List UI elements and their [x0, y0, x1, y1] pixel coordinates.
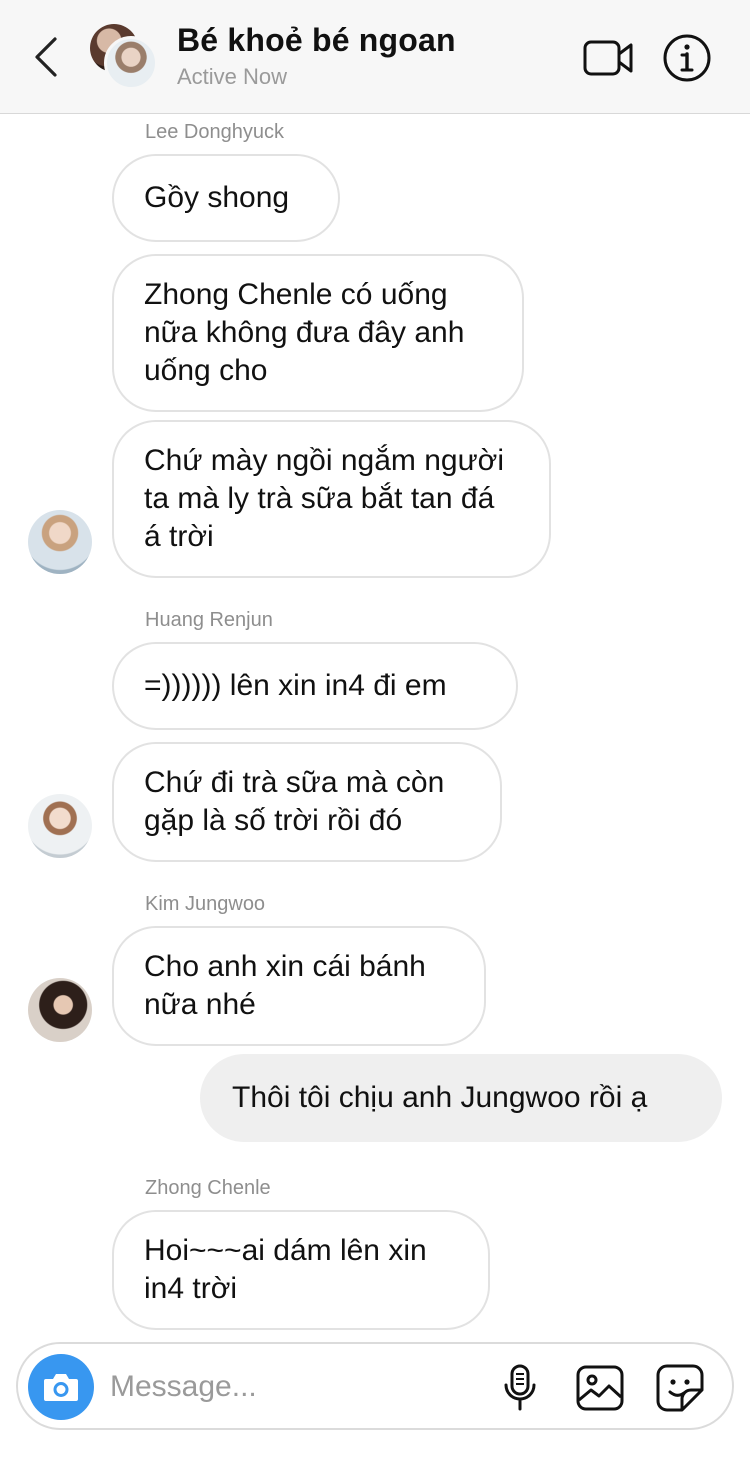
message-input[interactable]: [110, 1362, 480, 1412]
gallery-button[interactable]: [574, 1362, 626, 1414]
info-button[interactable]: [662, 33, 712, 83]
message-bubble[interactable]: =)))))) lên xin in4 đi em: [112, 642, 518, 730]
chat-header: Bé khoẻ bé ngoan Active Now: [0, 0, 750, 114]
voice-message-button[interactable]: [494, 1362, 546, 1414]
video-camera-icon: [583, 40, 633, 76]
video-call-button[interactable]: [582, 36, 634, 80]
chat-title[interactable]: Bé khoẻ bé ngoan: [177, 22, 456, 59]
group-avatar-front: [104, 36, 158, 90]
my-message-bubble[interactable]: Thôi tôi chịu anh Jungwoo rồi ạ: [200, 1054, 722, 1142]
avatar[interactable]: [28, 978, 92, 1042]
microphone-icon: [504, 1364, 536, 1411]
info-icon: [663, 34, 711, 82]
message-bubble[interactable]: Zhong Chenle có uống nữa không đưa đây a…: [112, 254, 524, 412]
camera-icon: [44, 1374, 78, 1401]
sender-name: Kim Jungwoo: [145, 893, 266, 915]
sender-name: Huang Renjun: [145, 609, 273, 631]
message-bubble[interactable]: Chứ mày ngồi ngắm người ta mà ly trà sữa…: [112, 420, 551, 578]
sender-name: Zhong Chenle: [145, 1177, 271, 1199]
message-bubble[interactable]: Chứ đi trà sữa mà còn gặp là số trời rồi…: [112, 742, 502, 862]
message-bubble[interactable]: Cho anh xin cái bánh nữa nhé: [112, 926, 486, 1046]
sender-name: Lee Donghyuck: [145, 121, 284, 143]
group-avatar[interactable]: [90, 24, 160, 94]
message-bubble[interactable]: Hoi~~~ai dám lên xin in4 trời: [112, 1210, 490, 1330]
camera-button[interactable]: [28, 1354, 94, 1420]
back-button[interactable]: [26, 34, 66, 80]
sticker-icon: [656, 1364, 704, 1412]
sticker-button[interactable]: [654, 1362, 706, 1414]
message-composer: [16, 1342, 734, 1430]
image-icon: [576, 1365, 624, 1411]
avatar[interactable]: [28, 510, 92, 574]
active-status: Active Now: [177, 64, 288, 89]
avatar[interactable]: [28, 794, 92, 858]
chevron-left-icon: [35, 37, 57, 77]
message-bubble[interactable]: Gồy shong: [112, 154, 340, 242]
